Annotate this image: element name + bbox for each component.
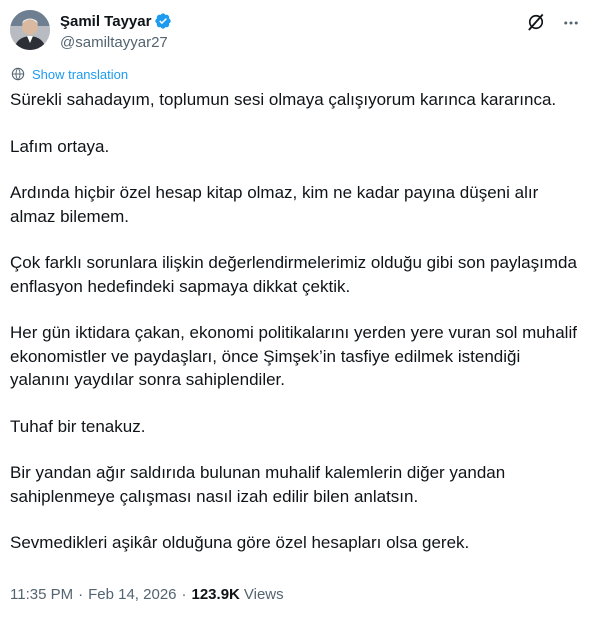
more-icon[interactable] — [562, 14, 580, 32]
tweet-date[interactable]: Feb 14, 2026 — [88, 586, 176, 603]
show-translation-label[interactable]: Show translation — [32, 67, 128, 82]
avatar-image — [10, 10, 50, 50]
views-label: Views — [243, 585, 284, 603]
tweet-paragraph: Lafım ortaya. — [10, 136, 110, 156]
verified-badge-icon[interactable] — [154, 12, 172, 30]
tweet-paragraph: Ardında hiçbir özel hesap kitap olmaz, k… — [10, 183, 539, 226]
meta-separator: · — [181, 585, 187, 603]
tweet-paragraph: Sevmedikleri aşikâr olduğuna göre özel h… — [10, 533, 470, 552]
handle[interactable]: @samiltayyar27 — [60, 33, 172, 53]
tweet-text: Sürekli sahadayım, toplumun sesi olmaya … — [10, 88, 580, 578]
tweet-paragraph: Her gün iktidara çakan, ekonomi politika… — [10, 323, 577, 389]
meta-separator: · — [78, 585, 84, 603]
grok-icon[interactable] — [526, 12, 546, 32]
show-translation-link[interactable]: Show translation — [10, 66, 128, 82]
tweet-paragraph: Sürekli sahadayım, toplumun sesi olmaya … — [10, 90, 557, 109]
tweet-paragraph: Bir yandan ağır saldırıda bulunan muhali… — [10, 463, 506, 506]
avatar[interactable] — [10, 10, 50, 50]
tweet-paragraph: Çok farklı sorunlara ilişkin değerlendir… — [10, 253, 577, 296]
tweet-meta: 11:35 PM · Feb 14, 2026 · 123.9K Views — [10, 584, 284, 604]
views-count[interactable]: 123.9K — [192, 586, 240, 603]
display-name[interactable]: Şamil Tayyar — [60, 13, 151, 30]
author-names: Şamil Tayyar @samiltayyar27 — [60, 11, 172, 53]
tweet-header: Şamil Tayyar @samiltayyar27 — [10, 8, 584, 52]
tweet-paragraph: Tuhaf bir tenakuz. — [10, 416, 146, 436]
globe-translate-icon — [11, 67, 25, 81]
tweet: Şamil Tayyar @samiltayyar27 Show transla… — [0, 0, 594, 622]
tweet-time[interactable]: 11:35 PM — [10, 586, 73, 603]
